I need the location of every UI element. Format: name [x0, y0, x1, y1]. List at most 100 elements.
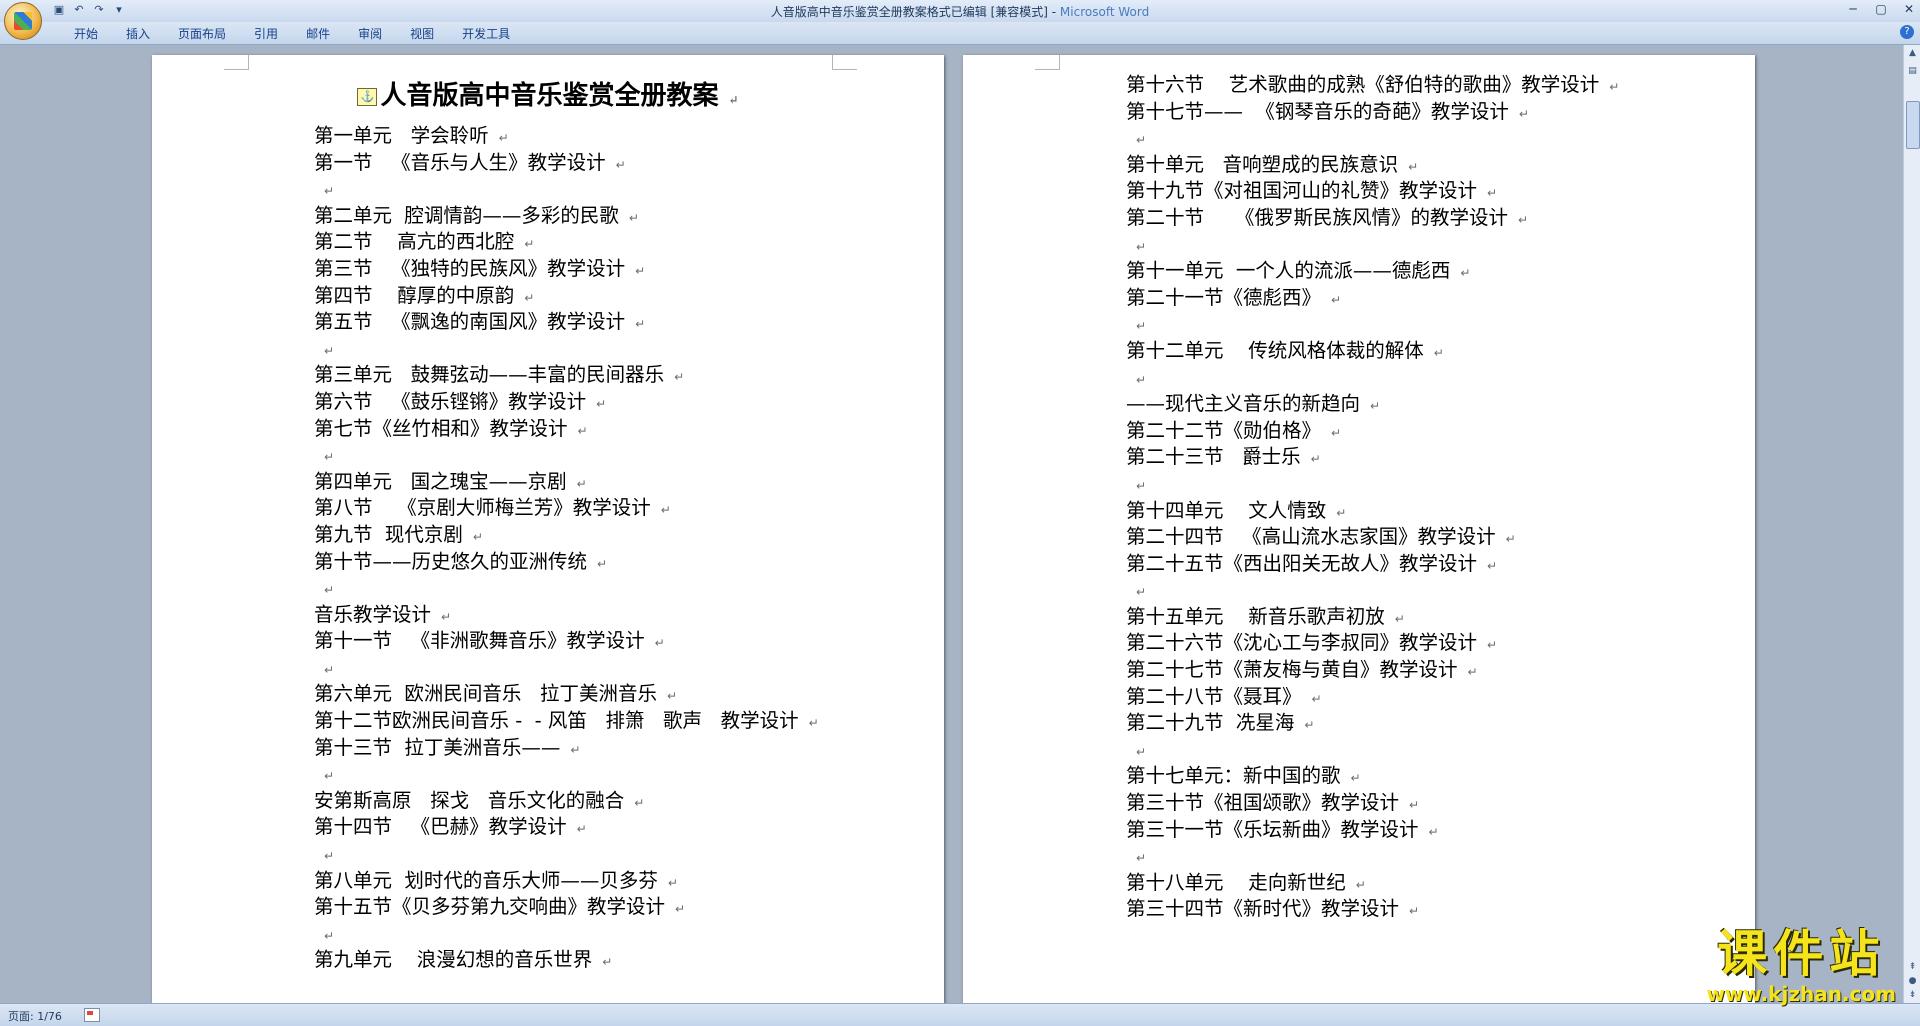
- paragraph-mark-icon: ↵: [1136, 744, 1147, 759]
- line-text: 第二节 高亢的西北腔: [314, 230, 515, 254]
- paragraph-mark-icon: ↵: [324, 849, 335, 864]
- document-line: 第三单元 鼓舞弦动——丰富的民间器乐 ↵: [314, 362, 819, 389]
- paragraph-mark-icon: ↵: [1331, 425, 1342, 440]
- document-line: 第四节 醇厚的中原韵 ↵: [314, 283, 819, 310]
- document-line: 第二十六节《沈心工与李叔同》教学设计 ↵: [1126, 630, 1619, 657]
- paragraph-mark-icon: ↵: [1428, 824, 1439, 839]
- document-line: 第六单元 欧洲民间音乐 拉丁美洲音乐 ↵: [314, 681, 819, 708]
- minimize-button[interactable]: ─: [1846, 2, 1860, 16]
- document-line: ↵: [314, 655, 819, 682]
- paragraph-mark-icon: ↵: [576, 476, 587, 491]
- page-indicator[interactable]: 页面: 1/76: [8, 1008, 62, 1024]
- paragraph-mark-icon: ↵: [602, 955, 613, 970]
- line-text: 安第斯高原 探戈 音乐文化的融合: [314, 788, 625, 812]
- paragraph-mark-icon: ↵: [1409, 798, 1420, 813]
- document-line: ↵: [314, 575, 819, 602]
- browse-object-icon[interactable]: ●: [1906, 975, 1919, 988]
- document-line: ↵: [1126, 365, 1619, 392]
- line-text: 第二十七节《萧友梅与黄自》教学设计: [1126, 658, 1458, 682]
- tab-references[interactable]: 引用: [240, 26, 292, 42]
- paragraph-mark-icon: ↵: [1136, 372, 1147, 387]
- app-name: Microsoft Word: [1059, 5, 1150, 19]
- vertical-scrollbar[interactable]: ▲ ▤ ⇞ ● ⇟: [1903, 45, 1920, 1003]
- document-line: 第三十四节《新时代》教学设计 ↵: [1126, 896, 1619, 923]
- maximize-button[interactable]: ▢: [1874, 2, 1888, 16]
- document-line: 第十三节 拉丁美洲音乐—— ↵: [314, 735, 819, 762]
- document-line: 第十节——历史悠久的亚洲传统 ↵: [314, 549, 819, 576]
- status-bar: 页面: 1/76: [0, 1003, 1920, 1026]
- paragraph-mark-icon: ↵: [577, 423, 588, 438]
- window-title: 人音版高中音乐鉴赏全册教案格式已编辑 [兼容模式] - Microsoft Wo…: [770, 5, 1150, 19]
- document-line: 第四单元 国之瑰宝——京剧 ↵: [314, 469, 819, 496]
- paragraph-mark-icon: ↵: [808, 716, 819, 731]
- document-line: 第十四单元 文人情致 ↵: [1126, 498, 1619, 525]
- prev-page-icon[interactable]: ⇞: [1906, 961, 1919, 974]
- document-line: 第六节 《鼓乐铿锵》教学设计 ↵: [314, 389, 819, 416]
- line-text: 第十四节 《巴赫》教学设计: [314, 815, 567, 839]
- margin-corner-mark: [1035, 55, 1060, 70]
- ruler-toggle-icon[interactable]: ▤: [1906, 65, 1919, 78]
- close-button[interactable]: ✕: [1902, 2, 1916, 16]
- paragraph-mark-icon: ↵: [1136, 319, 1147, 334]
- document-line: ↵: [314, 761, 819, 788]
- line-text: 第六节 《鼓乐铿锵》教学设计: [314, 389, 587, 413]
- line-text: 第四单元 国之瑰宝——京剧: [314, 469, 567, 493]
- tab-page-layout[interactable]: 页面布局: [164, 26, 240, 42]
- paragraph-mark-icon: ↵: [597, 556, 608, 571]
- document-line: 第二十七节《萧友梅与黄自》教学设计 ↵: [1126, 657, 1619, 684]
- paragraph-mark-icon: ↵: [576, 822, 587, 837]
- document-line: 第十一节 《非洲歌舞音乐》教学设计 ↵: [314, 628, 819, 655]
- paragraph-mark-icon: ↵: [1487, 186, 1498, 201]
- paragraph-mark-icon: ↵: [324, 662, 335, 677]
- document-line: 第十九节《对祖国河山的礼赞》教学设计 ↵: [1126, 178, 1619, 205]
- next-page-icon[interactable]: ⇟: [1906, 989, 1919, 1002]
- scroll-thumb[interactable]: [1906, 101, 1920, 149]
- watermark-url: www.kjzhan.com: [1706, 982, 1896, 1006]
- line-text: 第十单元 音响塑成的民族意识: [1126, 152, 1399, 176]
- document-line: ↵: [1126, 843, 1619, 870]
- paragraph-mark-icon: ↵: [1336, 505, 1347, 520]
- line-text: 第十一单元 一个人的流派——德彪西: [1126, 259, 1451, 283]
- paragraph-mark-icon: ↵: [1136, 478, 1147, 493]
- document-page-1[interactable]: ⚓ 人音版高中音乐鉴赏全册教案 ↵ 第一单元 学会聆听 ↵ 第一节 《音乐与人生》教学设…: [152, 55, 944, 1003]
- line-text: 第二十六节《沈心工与李叔同》教学设计: [1126, 631, 1478, 655]
- document-line: 第十二节欧洲民间音乐 - - 风笛 排箫 歌声 教学设计 ↵: [314, 708, 819, 735]
- line-text: 第二十五节《西出阳关无故人》教学设计: [1126, 551, 1478, 575]
- paragraph-mark-icon: ↵: [1518, 106, 1529, 121]
- scroll-up-icon[interactable]: ▲: [1906, 47, 1919, 60]
- paragraph-mark-icon: ↵: [1355, 877, 1366, 892]
- tab-review[interactable]: 审阅: [344, 26, 396, 42]
- paragraph-mark-icon: ↵: [1331, 292, 1342, 307]
- tab-mailings[interactable]: 邮件: [292, 26, 344, 42]
- paragraph-mark-icon: ↵: [1136, 239, 1147, 254]
- line-text: 第三十四节《新时代》教学设计: [1126, 897, 1400, 921]
- document-line: 第二十三节 爵士乐 ↵: [1126, 444, 1619, 471]
- line-text: 第三十节《祖国颂歌》教学设计: [1126, 791, 1400, 815]
- paragraph-mark-icon: ↵: [728, 93, 739, 107]
- tab-insert[interactable]: 插入: [112, 26, 164, 42]
- line-text: 第十五单元 新音乐歌声初放: [1126, 604, 1385, 628]
- document-line: 第九单元 浪漫幻想的音乐世界 ↵: [314, 947, 819, 974]
- document-line: ↵: [314, 442, 819, 469]
- document-page-2[interactable]: 第十六节 艺术歌曲的成熟《舒伯特的歌曲》教学设计 ↵ 第十七节—— 《钢琴音乐的奇葩…: [963, 55, 1755, 1003]
- paragraph-mark-icon: ↵: [498, 131, 509, 145]
- document-line: 第七节《丝竹相和》教学设计 ↵: [314, 416, 819, 443]
- paragraph-mark-icon: ↵: [635, 263, 646, 278]
- proofing-status-icon[interactable]: [84, 1008, 100, 1022]
- ribbon-tab-bar: 开始 插入 页面布局 引用 邮件 审阅 视图 开发工具 ?: [0, 22, 1920, 45]
- paragraph-mark-icon: ↵: [660, 503, 671, 518]
- tab-view[interactable]: 视图: [396, 26, 448, 42]
- help-icon[interactable]: ?: [1900, 25, 1914, 39]
- paragraph-mark-icon: ↵: [1311, 691, 1322, 706]
- paragraph-mark-icon: ↵: [1350, 771, 1361, 786]
- paragraph-mark-icon: ↵: [1409, 904, 1420, 919]
- document-line: 第十二单元 传统风格体裁的解体 ↵: [1126, 338, 1619, 365]
- tab-developer[interactable]: 开发工具: [448, 26, 524, 42]
- document-line: 第三十节《祖国颂歌》教学设计 ↵: [1126, 790, 1619, 817]
- office-button[interactable]: [4, 2, 42, 40]
- watermark-logo-text: 课件站: [1717, 925, 1886, 983]
- paragraph-mark-icon: ↵: [570, 742, 581, 757]
- tab-home[interactable]: 开始: [60, 26, 112, 42]
- paragraph-mark-icon: ↵: [667, 875, 678, 890]
- document-line: ↵: [314, 176, 819, 203]
